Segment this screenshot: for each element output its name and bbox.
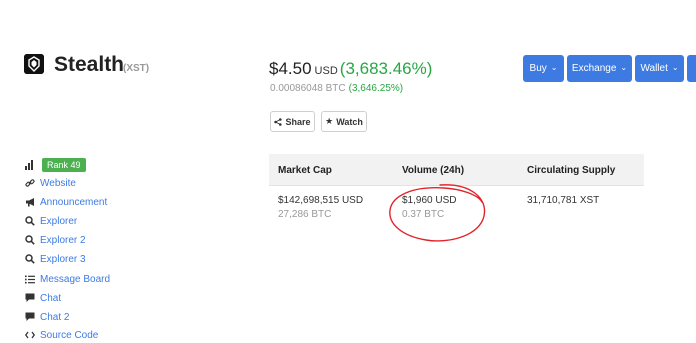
search-icon: [24, 215, 36, 227]
star-icon: ★: [325, 116, 334, 126]
watch-button[interactable]: ★ Watch: [321, 111, 367, 132]
sidebar-item-message-board[interactable]: Message Board: [24, 271, 110, 287]
sidebar-item-announcement[interactable]: Announcement: [24, 194, 107, 210]
btc-change: (3,646.25%): [348, 83, 404, 94]
share-icon: [274, 117, 283, 126]
market-cap-btc: 27,286 BTC: [278, 209, 332, 220]
chat-bubble-icon: [24, 311, 36, 323]
sidebar-rank: Rank 49: [24, 157, 86, 173]
list-icon: [24, 273, 36, 285]
search-icon: [24, 234, 36, 246]
btc-price: 0.00086048 BTC: [270, 83, 346, 94]
sidebar-item-source-code[interactable]: Source Code: [24, 327, 98, 343]
buy-button[interactable]: Buy ⌄: [523, 55, 564, 82]
search-icon: [24, 253, 36, 265]
sidebar-item-explorer-3[interactable]: Explorer 3: [24, 251, 86, 267]
sidebar-item-explorer-2[interactable]: Explorer 2: [24, 232, 86, 248]
coin-name: Stealth: [54, 53, 125, 76]
header-circulating-supply: Circulating Supply: [527, 165, 616, 176]
watch-label: Watch: [336, 116, 363, 127]
price-change: (3,683.46%): [339, 59, 433, 78]
market-cap-usd: $142,698,515 USD: [278, 195, 364, 206]
sidebar-item-label: Website: [40, 177, 76, 189]
sidebar-item-label: Explorer 2: [40, 234, 86, 246]
sidebar-item-label: Explorer: [40, 215, 78, 227]
annotation-circle: [389, 184, 486, 242]
bar-chart-icon: [24, 159, 36, 171]
sidebar-item-chat[interactable]: Chat: [24, 290, 61, 306]
chat-bubble-icon: [24, 292, 36, 304]
more-button[interactable]: [687, 55, 696, 82]
price-value: $4.50: [269, 59, 312, 78]
header-volume: Volume (24h): [402, 165, 465, 176]
chevron-down-icon: ⌄: [550, 63, 558, 72]
bullhorn-icon: [24, 196, 36, 208]
header-market-cap: Market Cap: [278, 165, 332, 176]
coin-logo-icon: [24, 54, 44, 74]
share-label: Share: [285, 116, 311, 127]
sidebar-item-chat-2[interactable]: Chat 2: [24, 309, 69, 325]
sidebar-item-label: Announcement: [40, 196, 108, 208]
sidebar-item-label: Chat 2: [40, 311, 70, 323]
code-icon: [24, 329, 36, 341]
exchange-button[interactable]: Exchange ⌄: [567, 55, 632, 82]
sidebar-item-label: Chat: [40, 292, 62, 304]
circulating-supply: 31,710,781 XST: [527, 195, 600, 206]
coin-symbol: (XST): [123, 63, 150, 74]
sidebar-item-label: Message Board: [40, 273, 111, 285]
exchange-label: Exchange: [571, 63, 617, 74]
rank-badge: Rank 49: [42, 158, 86, 172]
chevron-down-icon: ⌄: [671, 63, 679, 72]
sidebar-item-explorer[interactable]: Explorer: [24, 213, 77, 229]
sidebar-item-website[interactable]: Website: [24, 175, 76, 191]
chevron-down-icon: ⌄: [620, 63, 628, 72]
buy-label: Buy: [529, 63, 547, 74]
wallet-label: Wallet: [640, 63, 668, 74]
sidebar-item-label: Explorer 3: [40, 253, 86, 265]
price-unit: USD: [314, 65, 338, 77]
price-line: $4.50 USD (3,683.46%): [269, 60, 432, 78]
sidebar-item-label: Source Code: [40, 329, 99, 341]
link-icon: [24, 177, 36, 189]
wallet-button[interactable]: Wallet ⌄: [635, 55, 684, 82]
btc-price-line: 0.00086048 BTC (3,646.25%): [270, 83, 403, 94]
share-button[interactable]: Share: [270, 111, 315, 132]
